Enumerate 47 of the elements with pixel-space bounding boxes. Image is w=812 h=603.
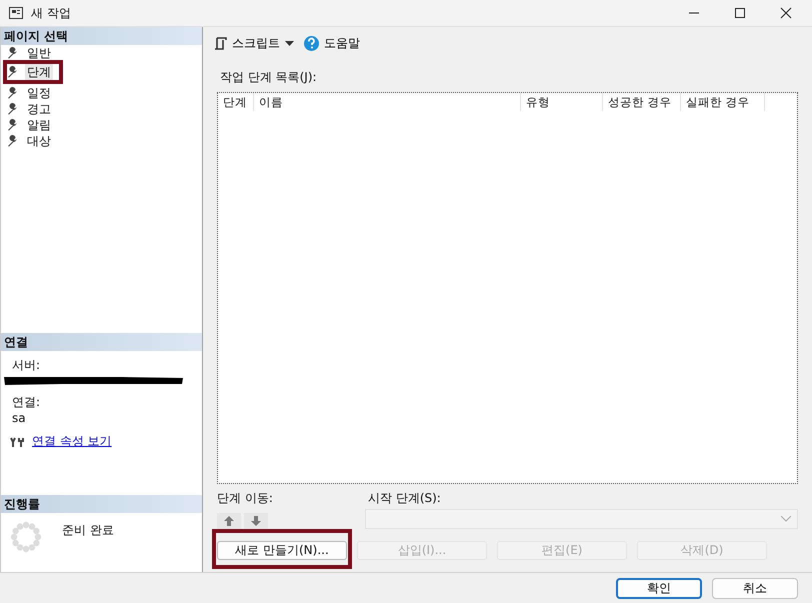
wrench-icon — [7, 87, 19, 99]
wrench-icon — [7, 66, 19, 78]
move-up-button[interactable] — [217, 513, 241, 529]
page-item[interactable]: 일반 — [25, 44, 53, 62]
start-step-label: 시작 단계(S): — [368, 490, 441, 507]
arrow-down-icon — [251, 516, 261, 526]
close-icon[interactable] — [780, 7, 792, 19]
connection-value: sa — [12, 411, 27, 425]
section-header: 연결 — [1, 333, 202, 351]
page-item[interactable]: 알림 — [25, 116, 53, 134]
help-button[interactable]: 도움말 — [301, 33, 363, 54]
maximize-icon[interactable] — [734, 7, 746, 19]
move-down-button[interactable] — [244, 513, 268, 529]
step-button[interactable]: 새로 만들기(N)... — [217, 541, 347, 560]
chevron-icon — [781, 516, 791, 522]
steps-label: 작업 단계 목록(J): — [220, 69, 318, 86]
move-label: 단계 이동: — [217, 490, 274, 507]
column-header[interactable]: 이름 — [254, 93, 521, 111]
section-header: 진행률 — [1, 495, 202, 513]
connection-label: 연결: — [12, 394, 42, 411]
window-title: 새 작업 — [31, 4, 71, 22]
column-header[interactable]: 단계 — [218, 93, 254, 111]
script-button[interactable]: 스크립트 — [211, 33, 297, 54]
help-icon — [304, 36, 319, 51]
arrow-up-icon — [224, 516, 234, 526]
properties-link[interactable]: 연결 속성 보기 — [32, 433, 112, 450]
cancel-button[interactable]: 취소 — [712, 578, 798, 598]
wrench-icon — [7, 47, 19, 59]
page-item[interactable]: 단계 — [25, 64, 53, 80]
page-item[interactable]: 일정 — [25, 84, 53, 102]
window-icon — [9, 7, 23, 19]
page-item[interactable]: 경고 — [25, 100, 53, 118]
section-header: 페이지 선택 — [1, 27, 202, 45]
page-item[interactable]: 대상 — [25, 132, 53, 150]
server-label: 서버: — [12, 357, 42, 374]
connection-icon — [10, 436, 26, 448]
spinner-icon — [10, 521, 42, 553]
caret-icon — [285, 40, 294, 46]
wrench-icon — [7, 119, 19, 131]
column-header[interactable]: 성공한 경우 — [603, 93, 681, 111]
column-header[interactable]: 유형 — [521, 93, 603, 111]
script-icon — [214, 36, 227, 50]
wrench-icon — [7, 135, 19, 147]
wrench-icon — [7, 103, 19, 115]
column-header[interactable]: 실패한 경우 — [681, 93, 765, 111]
ok-button[interactable]: 확인 — [616, 578, 702, 598]
progress-status: 준비 완료 — [62, 522, 114, 539]
